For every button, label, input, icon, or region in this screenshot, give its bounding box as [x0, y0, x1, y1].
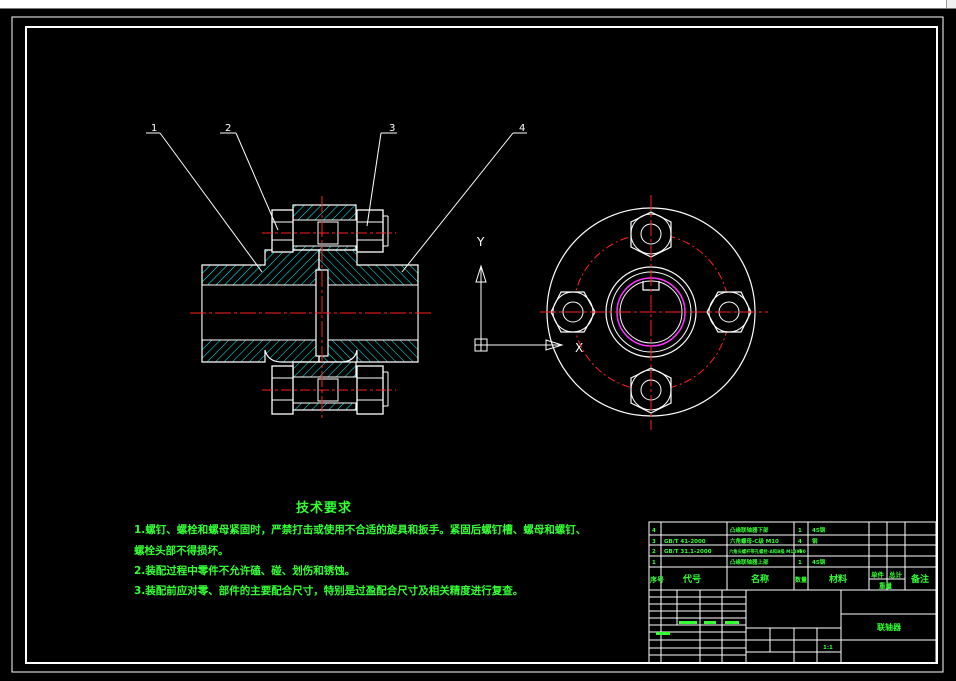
row-code: GB/T 41-2000 [664, 539, 706, 545]
row-name: 六角头螺杆带孔螺栓-A和B级 M10X30 [729, 548, 806, 555]
row-code: GB/T 31.1-2000 [664, 549, 712, 555]
cad-drawing-canvas: 1 2 3 4 Y X 4 凸缘联轴器下部 1 45钢 3 GB/T 41-20… [0, 0, 956, 681]
tech-requirement-line: 3.装配前应对零、部件的主要配合尺寸，特别是过盈配合尺寸及相关精度进行复查。 [134, 585, 524, 597]
header-code: 代号 [682, 573, 701, 585]
row-qty: 1 [798, 560, 802, 566]
row-material: 45钢 [812, 558, 826, 566]
row-name: 凸缘联轴器上部 [730, 558, 769, 566]
header-name: 名称 [751, 573, 769, 585]
row-qty: 1 [798, 528, 802, 534]
tech-requirement-line: 螺栓头部不得损坏。 [134, 545, 229, 557]
row-qty: 4 [798, 539, 802, 545]
row-name: 六角螺母-C级 M10 [730, 537, 779, 545]
row-qty: 4 [798, 549, 802, 555]
row-seq: 4 [652, 528, 656, 534]
row-seq: 1 [652, 560, 656, 566]
top-bolt-head [271, 209, 294, 253]
side-view [540, 195, 768, 430]
header-seq: 序号 [649, 575, 664, 584]
leader-4 [401, 132, 514, 273]
ucs-y-label: Y [476, 235, 485, 249]
tech-requirement-line: 1.螺钉、螺栓和螺母紧固时，严禁打击或使用不合适的旋具和扳手。紧固后螺钉槽、螺母… [134, 524, 587, 536]
row-name: 凸缘联轴器下部 [730, 526, 769, 534]
leader-1 [159, 132, 263, 273]
tech-requirement-line: 2.装配过程中零件不允许磕、碰、划伤和锈蚀。 [134, 565, 356, 577]
front-section-view: 1 2 3 4 [146, 123, 527, 420]
tech-requirements-title: 技术要求 [296, 501, 353, 516]
header-unit: 单件 [871, 570, 885, 579]
part-label-4: 4 [519, 123, 525, 134]
header-material: 材料 [828, 573, 847, 585]
header-total: 总计 [889, 570, 903, 579]
row-seq: 2 [652, 549, 656, 555]
row-material: 45钢 [812, 526, 826, 534]
leader-2 [235, 132, 279, 231]
top-nut [356, 209, 384, 253]
header-qty: 数量 [795, 576, 807, 584]
row-material: 钢 [812, 537, 818, 545]
drawing-name: 联轴器 [877, 622, 902, 632]
header-weight: 重量 [879, 581, 893, 590]
row-seq: 3 [652, 539, 656, 545]
part-label-2: 2 [225, 123, 231, 134]
drawing-scale: 1:1 [823, 645, 833, 651]
part-label-3: 3 [389, 123, 395, 134]
drawing-svg: 1 2 3 4 Y X 4 凸缘联轴器下部 1 45钢 3 GB/T 41-20… [11, 16, 944, 673]
part-label-1: 1 [151, 123, 157, 134]
header-remark: 备注 [910, 573, 929, 585]
